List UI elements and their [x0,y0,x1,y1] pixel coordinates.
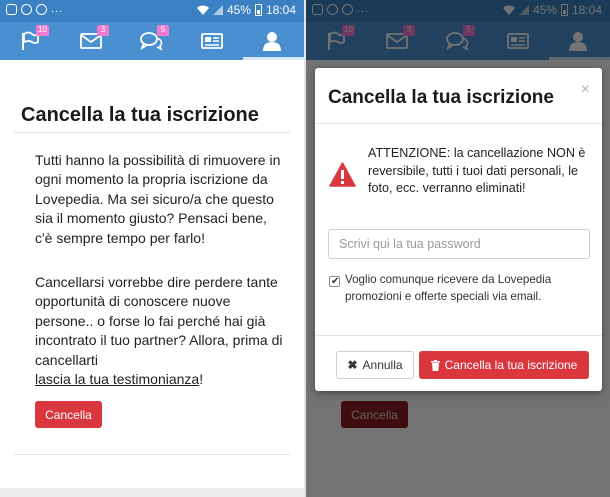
checkmark-icon: ✔ [331,276,340,287]
warning-text: ATTENZIONE: la cancellazione NON è rever… [368,146,586,196]
bottom-divider [14,454,290,455]
close-icon[interactable]: × [581,81,590,99]
app-notification-icon [21,4,32,15]
nav-messages[interactable]: 3 [66,22,116,60]
battery-percent: 45% [226,3,251,17]
info-paragraph: Cancellarsi vorrebbe dire perdere tante … [35,273,283,389]
annulla-label: Annulla [362,358,403,372]
confirm-label: Cancella la tua iscrizione [444,358,578,372]
newsletter-label[interactable]: Voglio comunque ricevere da Lovepedia pr… [345,272,591,305]
wifi-icon [196,5,209,15]
more-notifications: ... [51,3,64,15]
nav-news[interactable] [187,22,237,60]
notification-icons: ... [6,4,63,15]
testimonial-link[interactable]: lascia la tua testimonianza [35,371,199,387]
user-icon [263,32,281,51]
sync-notification-icon [36,4,47,15]
close-x-icon: ✖ [347,358,358,372]
chat-badge: 5 [157,25,169,36]
active-tab-indicator [243,57,304,60]
cancel-button[interactable]: Cancella [35,401,102,428]
annulla-button[interactable]: ✖ Annulla [336,351,414,379]
flag-badge: 10 [36,25,49,36]
nav-chat[interactable]: 5 [126,22,176,60]
system-indicators: 45% 18:04 [196,3,296,17]
trash-icon [430,359,440,371]
info-paragraph-end: ! [199,371,204,388]
newspaper-icon [201,33,223,49]
clock: 18:04 [265,3,296,17]
footer-strip [0,488,304,497]
dialog-header-divider [315,123,602,124]
page-title: Cancella la tua iscrizione [21,104,259,126]
status-bar: ... 45% 18:04 [0,0,304,22]
unsubscribe-dialog: Cancella la tua iscrizione × ATTENZIONE:… [315,68,602,391]
intro-paragraph: Tutti hanno la possibilità di rimuovere … [35,152,281,246]
info-paragraph-text: Cancellarsi vorrebbe dire perdere tante … [35,274,283,368]
warning-icon [329,162,356,187]
messages-badge: 3 [97,25,109,36]
battery-icon [254,4,262,16]
nav-flag[interactable]: 10 [5,22,55,60]
dialog-footer-divider [315,335,602,336]
top-navigation: 10 3 5 [0,22,304,60]
confirm-unsubscribe-button[interactable]: Cancella la tua iscrizione [419,351,589,379]
newsletter-checkbox[interactable]: ✔ [329,276,340,287]
title-divider [14,132,290,133]
dialog-title: Cancella la tua iscrizione [328,87,554,108]
password-field[interactable] [328,229,590,259]
gallery-notification-icon [6,4,17,15]
signal-icon [212,5,223,15]
nav-profile[interactable] [247,22,297,60]
screen-with-modal: ... 45% 18:04 10 3 5 Cancella [306,0,610,497]
screen-before: ... 45% 18:04 10 3 5 Cancella la tua isc… [0,0,304,497]
